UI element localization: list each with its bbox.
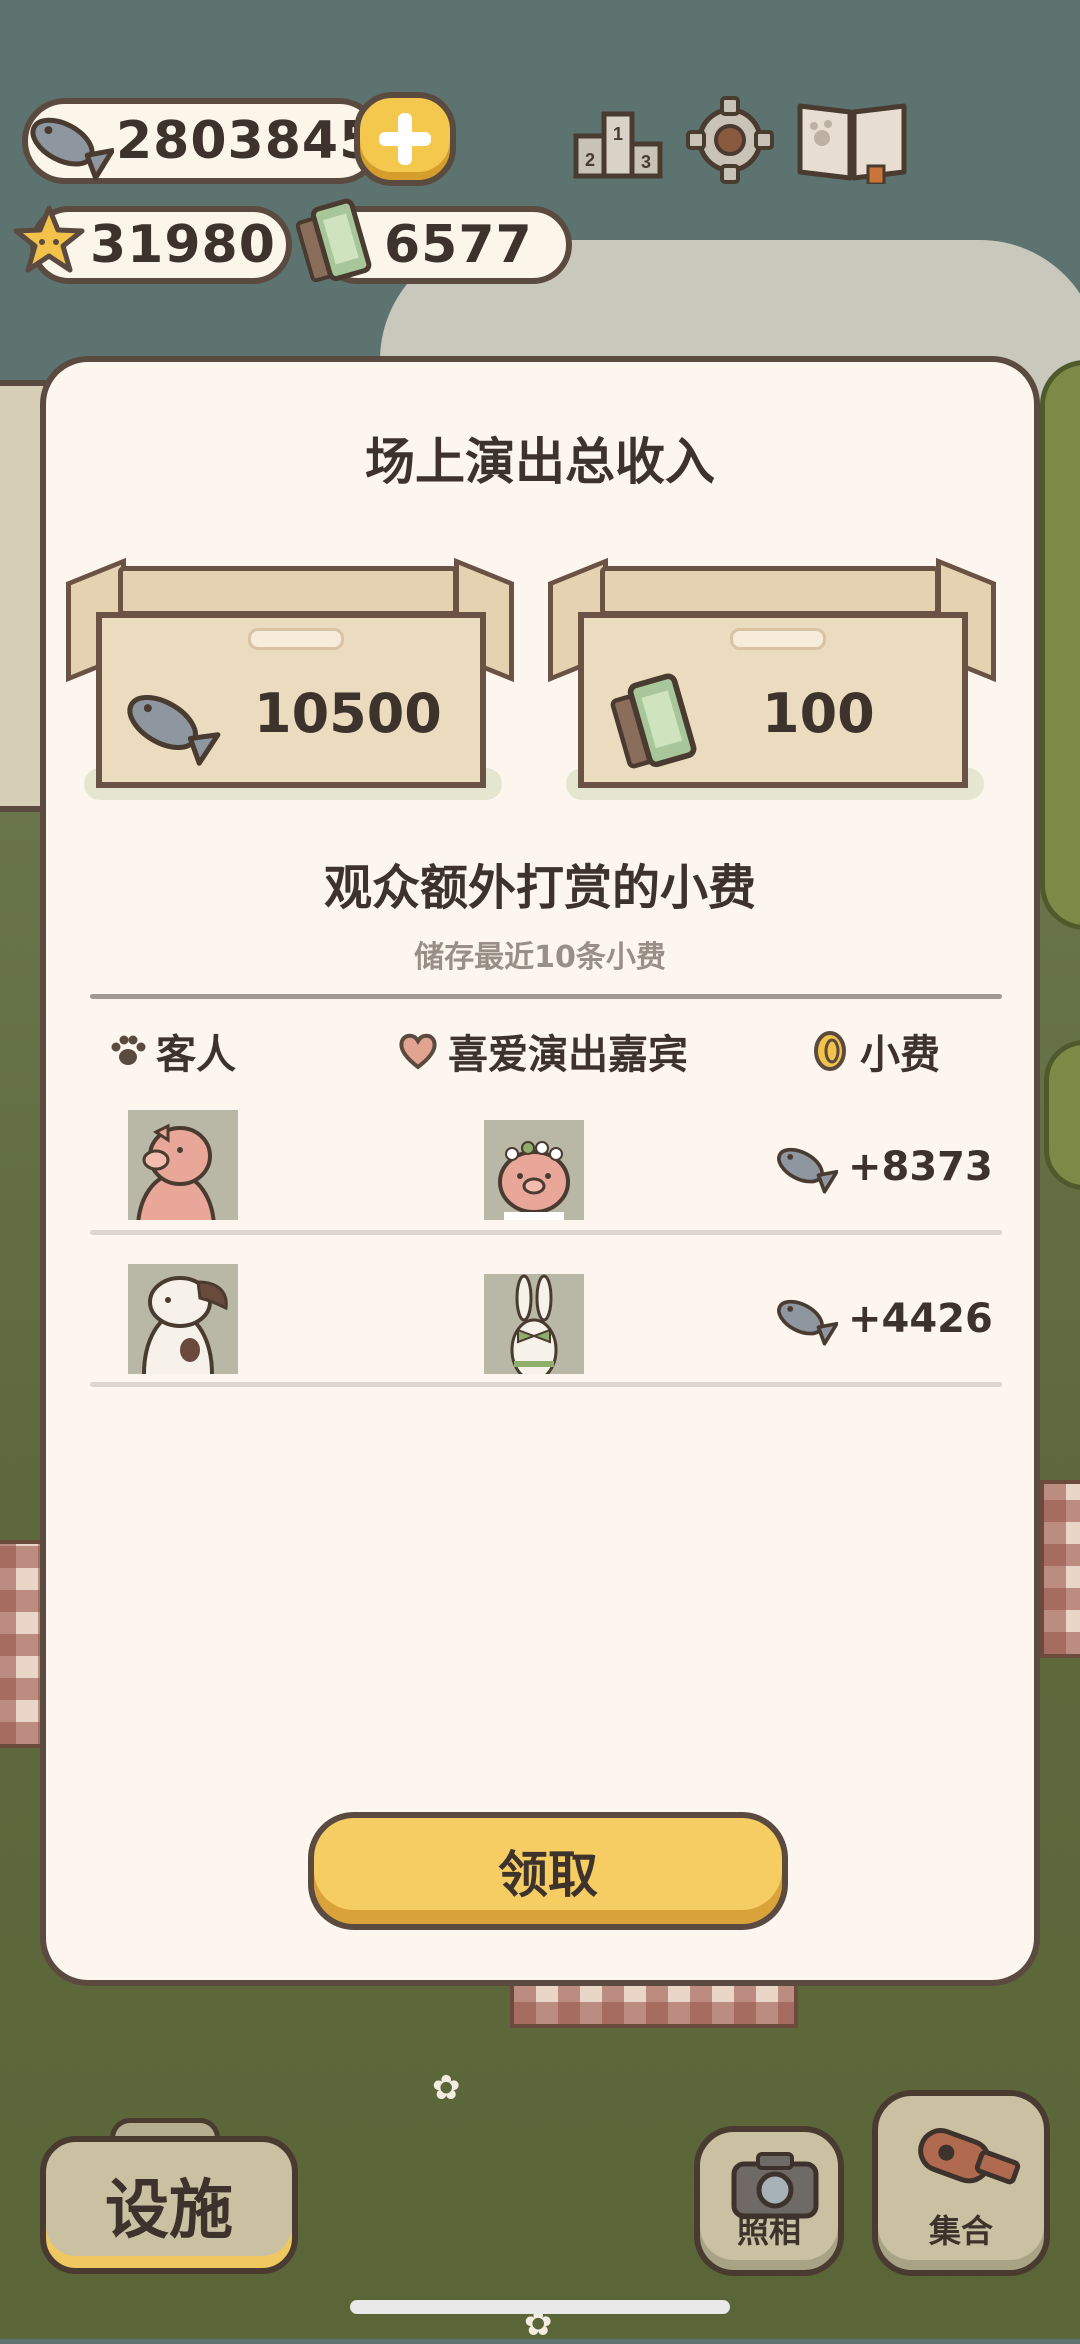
favorite-column-label: 喜爱演出嘉宾 — [448, 1032, 688, 1078]
tip-amount-row-2: +4426 — [768, 1284, 993, 1354]
favorite-column-header: 喜爱演出嘉宾 — [396, 1022, 688, 1080]
income-modal: 场上演出总收入 10500 100 观众额外打赏的小费 储存最近10条小费 客人… — [40, 356, 1040, 1986]
heart-icon — [399, 1033, 437, 1070]
ticket-currency-value: 6577 — [384, 215, 533, 275]
plus-icon — [379, 113, 431, 165]
film-ticket-icon — [295, 198, 372, 283]
ticket-income-box: 100 — [548, 557, 996, 802]
fish-income-box: 10500 — [66, 557, 514, 802]
divider — [90, 994, 1002, 999]
photo-label: 照相 — [736, 2212, 801, 2250]
fish-icon — [30, 117, 114, 181]
background-flower-icon: ✿ — [432, 2068, 461, 2108]
guest-column-header: 客人 — [108, 1022, 236, 1080]
ranking-icon[interactable]: 2 1 3 — [570, 96, 666, 184]
star-icon — [13, 205, 85, 273]
coin-icon — [814, 1031, 846, 1071]
add-fish-button[interactable] — [354, 92, 456, 186]
tip-amount-row-1: +8373 — [768, 1132, 993, 1202]
background-bush — [1044, 1040, 1080, 1190]
svg-text:2: 2 — [585, 150, 595, 170]
tips-title: 观众额外打赏的小费 — [323, 860, 756, 916]
home-indicator[interactable] — [350, 2300, 730, 2314]
background-picnic-blanket — [1040, 1480, 1080, 1658]
modal-title: 场上演出总收入 — [365, 433, 715, 491]
background-bush — [1040, 360, 1080, 930]
fish-currency-value: 2803845 — [116, 111, 377, 171]
tips-note: 储存最近10条小费 — [414, 940, 666, 975]
ticket-income-amount: 100 — [762, 682, 875, 745]
row-divider — [90, 1230, 1002, 1235]
fish-icon — [777, 1147, 838, 1194]
gather-label: 集合 — [928, 2212, 993, 2250]
tip-value: +8373 — [848, 1144, 993, 1190]
film-ticket-icon — [610, 673, 697, 769]
row-divider — [90, 1382, 1002, 1387]
favorite-rabbit-avatar — [484, 1274, 584, 1382]
photo-button[interactable]: 照相 — [694, 2126, 844, 2276]
favorite-pig-flower-avatar — [484, 1120, 584, 1220]
whistle-icon — [918, 2128, 1021, 2185]
guest-dog-avatar — [128, 1264, 238, 1436]
paw-icon — [111, 1035, 146, 1065]
claim-button[interactable]: 领取 — [308, 1812, 788, 1930]
guest-pig-avatar — [128, 1110, 238, 1284]
gather-button[interactable]: 集合 — [872, 2090, 1050, 2276]
guest-column-label: 客人 — [156, 1032, 236, 1078]
fish-icon — [127, 695, 221, 766]
settings-gear-icon[interactable] — [682, 96, 778, 184]
fish-icon — [777, 1299, 838, 1346]
book-icon[interactable] — [792, 96, 912, 184]
star-currency-value: 31980 — [90, 215, 276, 275]
svg-text:1: 1 — [613, 124, 623, 144]
facility-button[interactable]: 设施 — [40, 2136, 298, 2274]
tip-column-label: 小费 — [860, 1032, 940, 1078]
tip-column-header: 小费 — [808, 1022, 940, 1080]
tip-value: +4426 — [848, 1296, 993, 1342]
fish-income-amount: 10500 — [254, 682, 442, 745]
svg-text:3: 3 — [641, 152, 651, 172]
